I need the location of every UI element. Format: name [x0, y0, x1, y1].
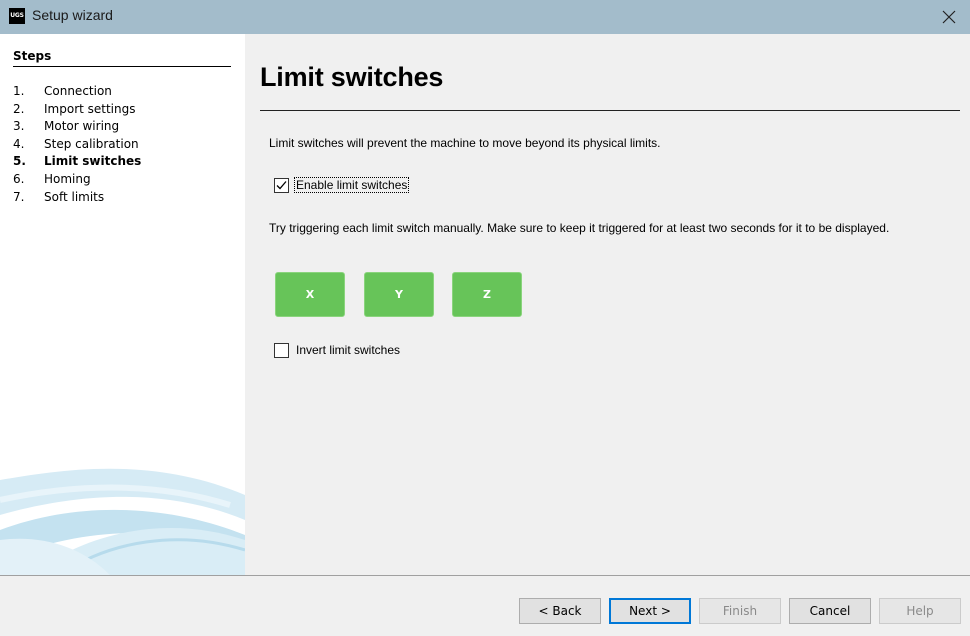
step-import-settings: 2. Import settings	[13, 101, 136, 116]
step-soft-limits: 7. Soft limits	[13, 189, 105, 204]
app-logo-icon: UGS	[9, 8, 25, 24]
finish-button[interactable]: Finish	[699, 598, 781, 624]
next-button[interactable]: Next >	[609, 598, 691, 624]
enable-limit-switches-checkbox-row[interactable]: Enable limit switches	[274, 176, 410, 194]
x-axis-indicator: X	[275, 272, 345, 317]
close-icon	[942, 10, 956, 24]
z-axis-indicator: Z	[452, 272, 522, 317]
description-text: Limit switches will prevent the machine …	[269, 136, 661, 150]
wizard-footer: < Back Next > Finish Cancel Help	[0, 576, 970, 636]
enable-limit-switches-label[interactable]: Enable limit switches	[293, 177, 410, 193]
page-title: Limit switches	[260, 62, 444, 92]
invert-limit-switches-label[interactable]: Invert limit switches	[295, 343, 401, 357]
step-step-calibration: 4. Step calibration	[13, 136, 139, 151]
cancel-button[interactable]: Cancel	[789, 598, 871, 624]
checkmark-icon	[276, 180, 287, 189]
close-button[interactable]	[936, 4, 962, 30]
step-motor-wiring: 3. Motor wiring	[13, 119, 120, 134]
back-button[interactable]: < Back	[519, 598, 601, 624]
invert-limit-switches-checkbox-row[interactable]: Invert limit switches	[274, 341, 401, 359]
step-homing: 6. Homing	[13, 171, 91, 186]
window-title: Setup wizard	[32, 7, 113, 23]
steps-heading: Steps	[13, 49, 52, 63]
title-bar: UGS Setup wizard	[0, 0, 970, 34]
steps-sidebar: Steps 1. Connection 2. Import settings 3. M…	[0, 34, 245, 575]
y-axis-indicator: Y	[364, 272, 434, 317]
step-limit-switches: 5. Limit switches	[13, 154, 142, 169]
steps-list: 1. Connection 2. Import settings 3. Motor w…	[13, 83, 141, 206]
main-content: Limit switches Limit switches will preve…	[245, 34, 970, 575]
step-connection: 1. Connection	[13, 84, 112, 98]
steps-divider	[13, 66, 231, 67]
decorative-swoosh-graphic	[0, 468, 245, 575]
invert-limit-switches-checkbox[interactable]	[274, 342, 289, 358]
instructions-text: Try triggering each limit switch manuall…	[269, 221, 890, 235]
enable-limit-switches-checkbox[interactable]	[274, 177, 289, 193]
help-button[interactable]: Help	[879, 598, 961, 624]
title-divider	[260, 110, 960, 111]
